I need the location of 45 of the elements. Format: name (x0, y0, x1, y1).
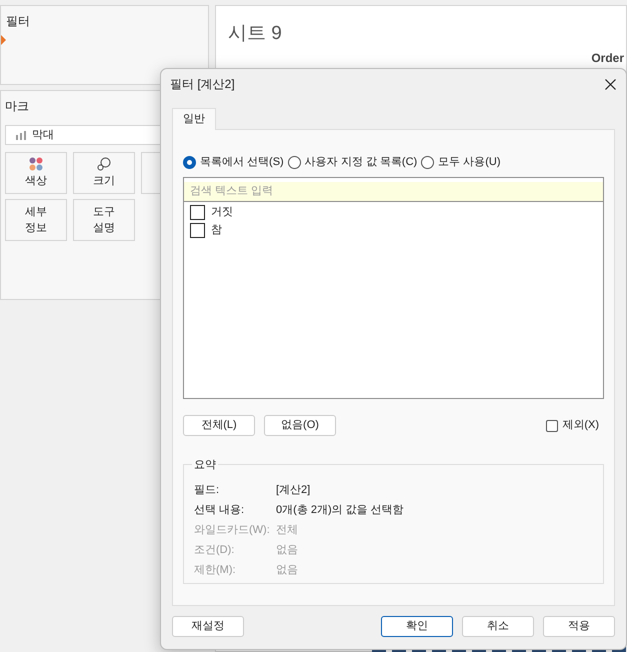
dialog-button[interactable]: 적용 (543, 616, 615, 637)
summary-value: 없음 (276, 542, 298, 558)
summary-label: 와일드카드(W): (194, 522, 271, 538)
summary-value: [계산2] (276, 482, 310, 498)
radio-label[interactable]: 사용자 지정 값 목록(C) (304, 154, 418, 170)
sheet-title: 시트 9 (228, 22, 282, 46)
radio-button[interactable] (288, 156, 301, 168)
mark-button[interactable]: 세부 정보 (5, 199, 67, 241)
search-field[interactable]: 검색 텍스트 입력 (184, 182, 603, 202)
summary-label: 선택 내용: (194, 502, 246, 518)
circles-icon (97, 157, 111, 171)
dialog-title: 필터 [계산2] (170, 76, 235, 93)
color-dots-icon (29, 157, 43, 171)
mark-button[interactable]: 도구 설명 (73, 199, 135, 241)
summary-label: 제한(M): (194, 562, 237, 578)
summary-value: 전체 (276, 522, 298, 538)
card-title: 마크 (5, 98, 29, 115)
bar-chart-icon (16, 130, 26, 140)
close-icon[interactable] (605, 78, 616, 90)
column-header: Order (591, 51, 624, 65)
summary-value: 0개(총 2개)의 값을 선택함 (276, 502, 404, 518)
summary-value: 없음 (276, 562, 298, 578)
checkbox[interactable] (546, 420, 558, 432)
card-title: 필터 (6, 13, 30, 30)
tab[interactable]: 일반 (172, 108, 216, 130)
drop-marker-icon (1, 35, 6, 45)
mark-button[interactable]: 색상 (5, 152, 67, 194)
checkbox[interactable] (190, 204, 205, 220)
radio-label[interactable]: 목록에서 선택(S) (200, 154, 284, 170)
radio-button[interactable] (183, 156, 196, 168)
radio-button[interactable] (421, 156, 434, 168)
checkbox[interactable] (190, 222, 205, 238)
mark-type-label: 막대 (32, 128, 54, 143)
summary-label: 필드: (194, 482, 220, 498)
list-button[interactable]: 전체(L) (183, 415, 255, 436)
item-label[interactable]: 참 (211, 222, 222, 238)
mark-button[interactable]: 크기 (73, 152, 135, 194)
checkbox-label[interactable]: 제외(X) (562, 417, 599, 434)
dialog-button[interactable]: 재설정 (172, 616, 244, 637)
summary-label: 조건(D): (194, 542, 236, 558)
dialog-button[interactable]: 확인 (381, 616, 453, 637)
radio-label[interactable]: 모두 사용(U) (438, 154, 501, 170)
list-button[interactable]: 없음(O) (264, 415, 336, 436)
item-label[interactable]: 거짓 (211, 204, 233, 220)
dialog-button[interactable]: 취소 (462, 616, 534, 637)
